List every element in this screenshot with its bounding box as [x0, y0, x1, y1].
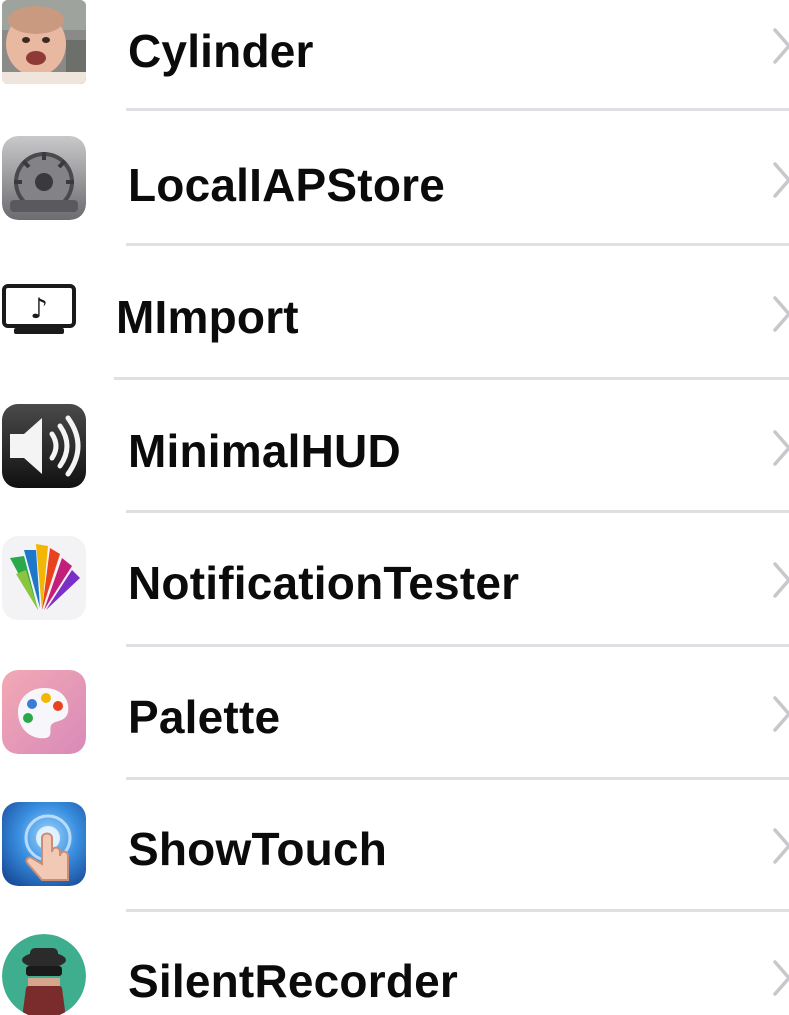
list-item-mimport[interactable]: ♪ MImport: [0, 246, 789, 380]
list-item-label: LocalIAPStore: [128, 159, 446, 211]
chevron-right-icon: [771, 294, 789, 334]
paint-palette-icon: [2, 670, 86, 754]
baby-photo-icon: [2, 0, 86, 84]
svg-text:♪: ♪: [30, 292, 48, 325]
chevron-right-icon: [771, 694, 789, 734]
chevron-right-icon: [771, 560, 789, 600]
list-item-label: MinimalHUD: [128, 425, 401, 477]
list-item-label: MImport: [116, 291, 299, 343]
settings-dial-icon: [2, 136, 86, 220]
touch-hand-icon: [2, 802, 86, 886]
list-item-label: SilentRecorder: [128, 955, 459, 1007]
row-separator: [126, 108, 789, 111]
colorful-burst-icon: [2, 536, 86, 620]
chevron-right-icon: [771, 428, 789, 468]
list-item-label: NotificationTester: [128, 557, 520, 609]
chevron-right-icon: [771, 160, 789, 200]
spy-agent-icon: [2, 934, 86, 1015]
chevron-right-icon: [771, 958, 789, 998]
music-monitor-icon: ♪: [0, 272, 78, 338]
list-item-showtouch[interactable]: ShowTouch: [0, 780, 789, 914]
list-item-notificationtester[interactable]: NotificationTester: [0, 512, 789, 646]
list-item-minimalhud[interactable]: MinimalHUD: [0, 380, 789, 514]
chevron-right-icon: [771, 826, 789, 866]
tweak-settings-list: Cylinder LocalIAPStore ♪ MImport Minimal…: [0, 0, 789, 1015]
list-item-label: Palette: [128, 691, 281, 743]
list-item-localiapstore[interactable]: LocalIAPStore: [0, 114, 789, 248]
list-item-silentrecorder[interactable]: SilentRecorder: [0, 912, 789, 1015]
chevron-right-icon: [771, 26, 789, 66]
list-item-label: ShowTouch: [128, 823, 388, 875]
list-item-label: Cylinder: [128, 25, 314, 77]
speaker-volume-icon: [2, 404, 86, 488]
list-item-cylinder[interactable]: Cylinder: [0, 0, 789, 114]
list-item-palette[interactable]: Palette: [0, 646, 789, 780]
